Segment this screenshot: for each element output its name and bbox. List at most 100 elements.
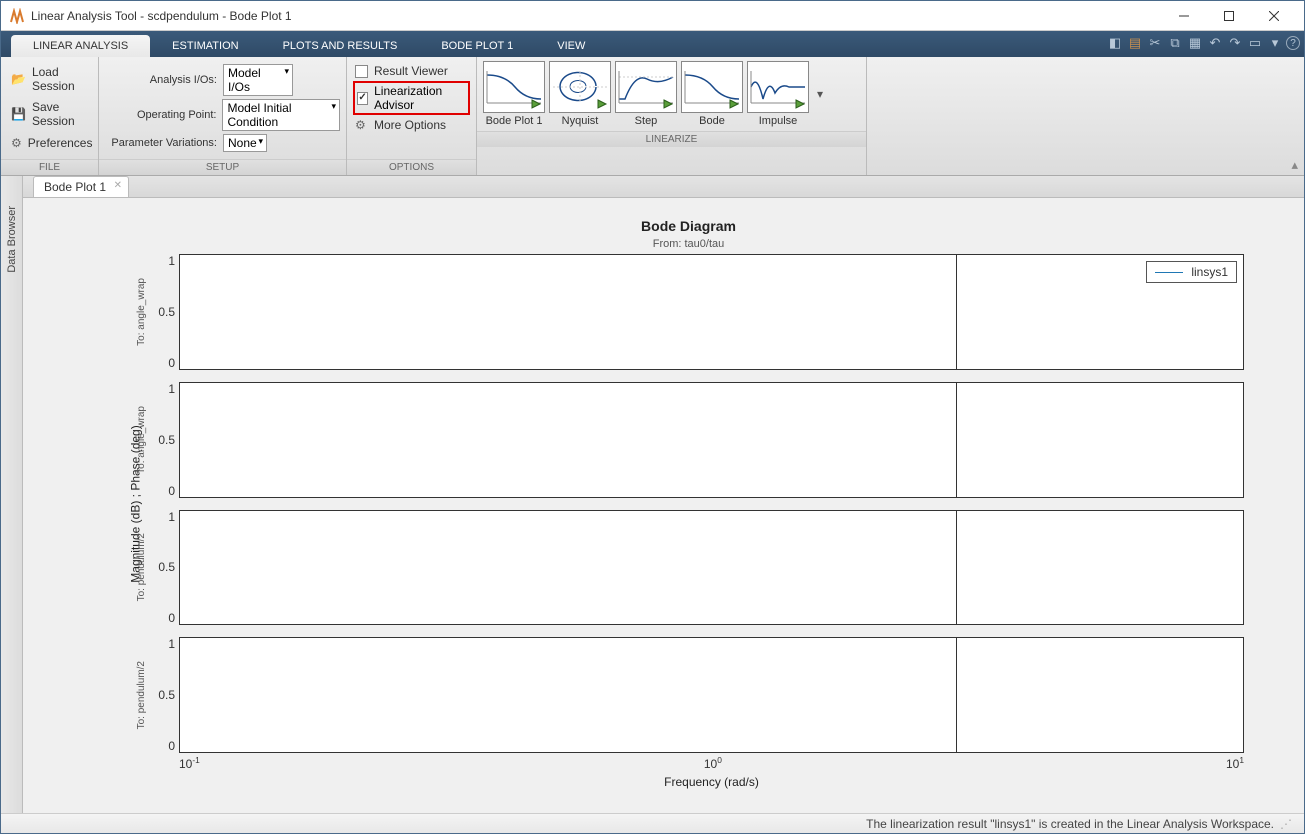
bode-plot-1-thumb[interactable] [483, 61, 545, 113]
qat-icon-1[interactable]: ◧ [1106, 34, 1124, 52]
operating-point-label: Operating Point: [105, 109, 216, 121]
ytick: 0.5 [158, 688, 175, 702]
doc-tab-close-icon[interactable]: ✕ [114, 180, 122, 191]
tab-linear-analysis[interactable]: LINEAR ANALYSIS [11, 35, 150, 57]
plot-title: Bode Diagram [133, 218, 1244, 234]
nyquist-thumb-label: Nyquist [562, 115, 599, 127]
result-viewer-option[interactable]: Result Viewer [353, 64, 470, 78]
play-icon [596, 98, 608, 110]
ytick: 1 [168, 637, 175, 651]
ytick: 0.5 [158, 560, 175, 574]
main-tabstrip: LINEAR ANALYSIS ESTIMATION PLOTS AND RES… [1, 31, 1304, 57]
subplot-3-axes[interactable] [179, 510, 1244, 626]
save-session-button[interactable]: 💾 Save Session [7, 97, 92, 131]
analysis-ios-label: Analysis I/Os: [105, 74, 217, 86]
play-icon [530, 98, 542, 110]
more-options-label: More Options [374, 118, 446, 132]
data-browser-label: Data Browser [6, 206, 18, 273]
tab-estimation[interactable]: ESTIMATION [150, 35, 260, 57]
bode-thumb[interactable] [681, 61, 743, 113]
titlebar: Linear Analysis Tool - scdpendulum - Bod… [1, 1, 1304, 31]
step-thumb-label: Step [635, 115, 658, 127]
ribbon-group-options-label: OPTIONS [347, 159, 476, 175]
tab-view[interactable]: VIEW [535, 35, 607, 57]
tab-plots-results[interactable]: PLOTS AND RESULTS [261, 35, 420, 57]
subplot-2-ylabel: To: angle_wrap [136, 406, 147, 474]
linearize-gallery-dropdown[interactable]: ▾ [813, 87, 827, 101]
linearization-advisor-label: Linearization Advisor [374, 84, 466, 112]
plot-canvas: Bode Diagram From: tau0/tau Magnitude (d… [23, 198, 1304, 813]
ytick: 1 [168, 382, 175, 396]
plot-subtitle: From: tau0/tau [133, 238, 1244, 250]
parameter-variations-select[interactable]: None [223, 134, 267, 152]
load-session-label: Load Session [32, 65, 88, 93]
operating-point-select[interactable]: Model Initial Condition [222, 99, 340, 131]
qat-layout-icon[interactable]: ▭ [1246, 34, 1264, 52]
qat-copy-icon[interactable]: ⧉ [1166, 34, 1184, 52]
maximize-button[interactable] [1206, 2, 1251, 30]
ytick: 0 [168, 611, 175, 625]
more-options-button[interactable]: ⚙ More Options [353, 118, 470, 132]
legend[interactable]: linsys1 [1146, 261, 1237, 283]
ytick: 1 [168, 254, 175, 268]
close-button[interactable] [1251, 2, 1296, 30]
window-title: Linear Analysis Tool - scdpendulum - Bod… [31, 9, 1161, 23]
ribbon: 📂 Load Session 💾 Save Session ⚙ Preferen… [1, 57, 1304, 176]
statusbar: The linearization result "linsys1" is cr… [1, 813, 1304, 833]
qat-paste-icon[interactable]: ▦ [1186, 34, 1204, 52]
parameter-variations-label: Parameter Variations: [105, 137, 217, 149]
quick-access-toolbar: ◧ ▤ ✂ ⧉ ▦ ↶ ↷ ▭ ▾ ? [1106, 34, 1300, 52]
plot-xlabel: Frequency (rad/s) [133, 775, 1244, 789]
analysis-ios-select[interactable]: Model I/Os [223, 64, 293, 96]
minimize-button[interactable] [1161, 2, 1206, 30]
play-icon [662, 98, 674, 110]
preferences-button[interactable]: ⚙ Preferences [7, 132, 92, 154]
preferences-label: Preferences [28, 136, 93, 150]
linearization-advisor-highlight: Linearization Advisor [353, 81, 470, 115]
ribbon-group-file-label: FILE [1, 159, 98, 175]
xtick: 101 [1226, 755, 1244, 771]
qat-redo-icon[interactable]: ↷ [1226, 34, 1244, 52]
bode-thumb-label: Bode [699, 115, 725, 127]
qat-cut-icon[interactable]: ✂ [1146, 34, 1164, 52]
subplot-divider [956, 383, 957, 497]
resize-grip-icon[interactable]: ⋰ [1280, 817, 1290, 831]
xtick: 100 [704, 755, 722, 771]
qat-dropdown-icon[interactable]: ▾ [1266, 34, 1284, 52]
tab-bode-plot-1[interactable]: BODE PLOT 1 [419, 35, 535, 57]
qat-save-icon[interactable]: ▤ [1126, 34, 1144, 52]
ytick: 0.5 [158, 433, 175, 447]
subplot-3-ylabel: To: pendulum/2 [136, 533, 147, 601]
subplot-2-axes[interactable] [179, 382, 1244, 498]
play-icon [728, 98, 740, 110]
subplot-4-axes[interactable] [179, 637, 1244, 753]
legend-label: linsys1 [1191, 265, 1228, 279]
play-icon [794, 98, 806, 110]
ribbon-collapse-icon[interactable]: ▴ [1291, 157, 1298, 173]
qat-undo-icon[interactable]: ↶ [1206, 34, 1224, 52]
ytick: 0 [168, 484, 175, 498]
doc-tab-bode-plot-1[interactable]: Bode Plot 1 ✕ [33, 176, 129, 197]
step-thumb[interactable] [615, 61, 677, 113]
subplot-1-axes[interactable]: linsys1 [179, 254, 1244, 370]
data-browser-sidebar[interactable]: Data Browser [1, 176, 23, 813]
save-session-label: Save Session [32, 100, 88, 128]
subplot-1-ylabel: To: angle_wrap [136, 278, 147, 346]
app-icon [9, 8, 25, 24]
subplot-4-ylabel: To: pendulum/2 [136, 661, 147, 729]
bode-plot-1-thumb-label: Bode Plot 1 [486, 115, 543, 127]
subplot-divider [956, 638, 957, 752]
impulse-thumb[interactable] [747, 61, 809, 113]
qat-help-icon[interactable]: ? [1286, 36, 1300, 50]
ytick: 0 [168, 739, 175, 753]
ytick: 0.5 [158, 305, 175, 319]
document-tabs: Bode Plot 1 ✕ [23, 176, 1304, 198]
ribbon-group-setup-label: SETUP [99, 159, 346, 175]
status-message: The linearization result "linsys1" is cr… [866, 817, 1274, 831]
nyquist-thumb[interactable] [549, 61, 611, 113]
load-session-button[interactable]: 📂 Load Session [7, 62, 92, 96]
impulse-thumb-label: Impulse [759, 115, 798, 127]
result-viewer-checkbox[interactable] [355, 65, 368, 78]
gear-icon: ⚙ [355, 118, 368, 132]
linearization-advisor-checkbox[interactable] [357, 92, 368, 105]
